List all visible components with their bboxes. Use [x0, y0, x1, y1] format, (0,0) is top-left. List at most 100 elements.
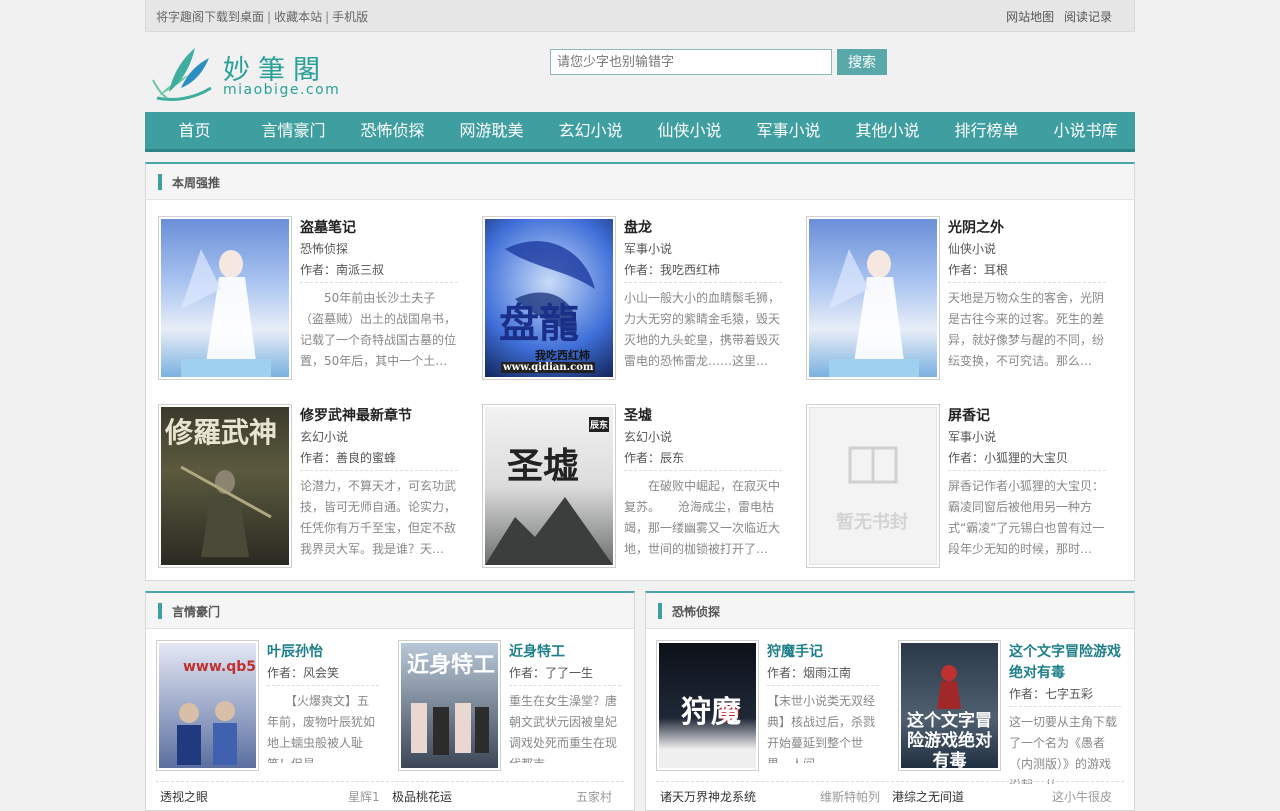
- panel-title: 本周强推: [172, 176, 221, 190]
- book-author: 作者：辰东: [624, 448, 782, 471]
- book-cover[interactable]: 盘龍 我吃西红柿 www.qidian.com: [482, 216, 616, 380]
- book-description: 在破败中崛起，在寂灭中复苏。 沧海成尘，雷电枯竭，那一缕幽雾又一次临近大地，世间…: [624, 479, 781, 556]
- logo-domain: miaobige.com: [223, 82, 341, 98]
- cover-image: 狩魔: [659, 643, 756, 768]
- book-category: 玄幻小说: [624, 430, 673, 444]
- nav-horror[interactable]: 恐怖侦探: [343, 112, 442, 149]
- book-cover[interactable]: 修羅武神: [158, 404, 292, 568]
- book-title[interactable]: 修罗武神最新章节: [300, 406, 458, 426]
- cover-title-text: 修羅武神: [165, 416, 278, 449]
- book-author: 作者：风会笑: [267, 663, 379, 686]
- book-category: 仙侠小说: [948, 242, 997, 256]
- search-input[interactable]: [550, 49, 832, 75]
- book-title[interactable]: 狩魔手记: [767, 642, 879, 663]
- sitemap-link[interactable]: 网站地图: [1006, 10, 1054, 24]
- book-title[interactable]: 叶辰孙怡: [267, 642, 379, 663]
- featured-book: 盘龍 我吃西红柿 www.qidian.com 盘龙 军事小说 作者：我吃西红柿…: [482, 216, 792, 382]
- book-category: 恐怖侦探: [300, 242, 349, 256]
- panel-header-bar: [158, 174, 162, 190]
- book-info: 这个文字冒险游戏绝对有毒 作者：七字五彩 这一切要从主角下载了一个名为《愚者（内…: [1009, 642, 1121, 784]
- site-logo[interactable]: 妙筆閣 miaobige.com: [151, 44, 351, 104]
- book-title[interactable]: 盗墓笔记: [300, 218, 458, 238]
- category-book: 近身特工 近身特工 作者：了了一生 重生在女生澡堂？唐朝文武状元因被皇妃调戏处死…: [398, 640, 628, 775]
- featured-book: 暂无书封 屏香记 军事小说 作者：小狐狸的大宝贝 屏香记作者小狐狸的大宝贝：霸凌…: [806, 404, 1116, 570]
- book-cover[interactable]: 狩魔: [656, 640, 759, 771]
- cover-image: www.qb5.com: [159, 643, 256, 768]
- nav-game[interactable]: 网游耽美: [442, 112, 541, 149]
- book-info: 修罗武神最新章节 玄幻小说 作者：善良的蜜蜂 论潜力，不算天才，可玄功武技，皆可…: [300, 406, 458, 560]
- book-cover[interactable]: www.qb5.com: [156, 640, 259, 771]
- book-info: 盗墓笔记 恐怖侦探 作者：南派三叔 50年前由长沙土夫子（盗墓贼）出土的战国帛书…: [300, 218, 458, 372]
- panel-header: 恐怖侦探: [646, 593, 1134, 629]
- book-title[interactable]: 光阴之外: [948, 218, 1106, 238]
- nav-other[interactable]: 其他小说: [838, 112, 937, 149]
- list-book-title[interactable]: 极品桃花运: [392, 788, 452, 805]
- category-book: 这个文字冒险游戏绝对有毒 这个文字冒险游戏绝对有毒 作者：七字五彩 这一切要从主…: [898, 640, 1128, 784]
- list-book-author: 五家村: [576, 790, 613, 804]
- cover-image: 暂无书封: [809, 407, 937, 565]
- cover-watermark-text: www.qb5.com: [183, 659, 256, 675]
- search-box: 搜索: [550, 49, 887, 75]
- panel-title: 恐怖侦探: [672, 605, 721, 619]
- book-info: 近身特工 作者：了了一生 重生在女生澡堂？唐朝文武状元因被皇妃调戏处死而重生在现…: [509, 642, 621, 763]
- cover-image: 盘龍 我吃西红柿 www.qidian.com: [485, 219, 613, 377]
- category-book: www.qb5.com 叶辰孙怡 作者：风会笑 【火爆爽文】五年前，废物叶辰犹如…: [156, 640, 386, 775]
- book-title[interactable]: 圣墟: [624, 406, 782, 426]
- book-info: 屏香记 军事小说 作者：小狐狸的大宝贝 屏香记作者小狐狸的大宝贝：霸凌同窗后被他…: [948, 406, 1106, 560]
- cover-title-text: 狩魔: [681, 695, 741, 730]
- romance-panel: 言情豪门 www.qb5.com 叶辰孙怡 作者：风会笑 【火爆爽文】五年前，废…: [145, 591, 635, 811]
- book-cover[interactable]: [806, 216, 940, 380]
- list-book-title[interactable]: 港综之无间道: [892, 788, 964, 805]
- book-author: 作者：耳根: [948, 260, 1106, 283]
- reading-history-link[interactable]: 阅读记录: [1064, 10, 1112, 24]
- list-book-author: 这小牛很皮: [1052, 790, 1113, 804]
- nav-fantasy[interactable]: 玄幻小说: [541, 112, 640, 149]
- panel-header-bar: [658, 603, 662, 619]
- book-title[interactable]: 盘龙: [624, 218, 782, 238]
- list-book-title[interactable]: 诸天万界神龙系统: [660, 788, 756, 805]
- nav-library[interactable]: 小说书库: [1036, 112, 1135, 149]
- nav-romance[interactable]: 言情豪门: [244, 112, 343, 149]
- cover-image: [161, 219, 289, 377]
- book-info: 狩魔手记 作者：烟雨江南 【末世小说类无双经典】核战过后，杀戮开始蔓延到整个世界…: [767, 642, 879, 763]
- book-title[interactable]: 近身特工: [509, 642, 621, 663]
- book-leaf-logo-icon: [152, 48, 212, 102]
- book-cover[interactable]: 暂无书封: [806, 404, 940, 568]
- book-author: 作者：南派三叔: [300, 260, 458, 283]
- download-to-desktop-link[interactable]: 将字趣阁下载到桌面: [156, 10, 264, 24]
- book-title[interactable]: 这个文字冒险游戏绝对有毒: [1009, 642, 1121, 684]
- cover-image: 圣墟 辰东: [485, 407, 613, 565]
- cover-title-text: 这个文字冒险游戏绝对有毒: [907, 711, 992, 768]
- book-list-row: 诸天万界神龙系统 维斯特帕列 港综之无间道 这小牛很皮: [656, 781, 1124, 804]
- panel-header: 本周强推: [146, 164, 1134, 200]
- cover-url-text: www.qidian.com: [501, 362, 596, 373]
- book-description: 重生在女生澡堂？唐朝文武状元因被皇妃调戏处死而重生在现代都市…: [509, 694, 618, 763]
- book-cover[interactable]: 这个文字冒险游戏绝对有毒: [898, 640, 1001, 771]
- nav-home[interactable]: 首页: [145, 112, 244, 149]
- book-category: 军事小说: [948, 430, 997, 444]
- header: 妙筆閣 miaobige.com 搜索: [145, 32, 1135, 112]
- book-description: 论潜力，不算天才，可玄功武技，皆可无师自通。论实力，任凭你有万千至宝，但定不敌我…: [300, 479, 457, 556]
- mobile-version-link[interactable]: 手机版: [332, 10, 368, 24]
- book-cover[interactable]: [158, 216, 292, 380]
- book-title[interactable]: 屏香记: [948, 406, 1106, 426]
- book-description: 天地是万物众生的客舍，光阴是古往今来的过客。死生的差异，就好像梦与醒的不同，纷纭…: [948, 291, 1105, 368]
- bookmark-site-link[interactable]: 收藏本站: [274, 10, 322, 24]
- cover-image: 近身特工: [401, 643, 498, 768]
- book-description: 小山一般大小的血睛鬃毛狮，力大无穷的紫睛金毛猿，毁天灭地的九头蛇皇，携带着毁灭雷…: [624, 291, 781, 368]
- search-button[interactable]: 搜索: [837, 49, 887, 75]
- nav-military[interactable]: 军事小说: [739, 112, 838, 149]
- book-description: 【火爆爽文】五年前，废物叶辰犹如地上蠕虫般被人耻笑！但是…: [267, 694, 376, 763]
- featured-book: 盗墓笔记 恐怖侦探 作者：南派三叔 50年前由长沙土夫子（盗墓贼）出土的战国帛书…: [158, 216, 468, 382]
- main-nav: 首页 言情豪门 恐怖侦探 网游耽美 玄幻小说 仙侠小说 军事小说 其他小说 排行…: [145, 112, 1135, 152]
- book-placeholder-icon: [848, 446, 898, 484]
- category-book: 狩魔 狩魔手记 作者：烟雨江南 【末世小说类无双经典】核战过后，杀戮开始蔓延到整…: [656, 640, 886, 775]
- cover-title-text: 近身特工: [407, 652, 496, 678]
- nav-xianxia[interactable]: 仙侠小说: [640, 112, 739, 149]
- book-author: 作者：善良的蜜蜂: [300, 448, 458, 471]
- book-info: 盘龙 军事小说 作者：我吃西红柿 小山一般大小的血睛鬃毛狮，力大无穷的紫睛金毛猿…: [624, 218, 782, 372]
- list-book-title[interactable]: 透视之眼: [160, 788, 208, 805]
- book-cover[interactable]: 圣墟 辰东: [482, 404, 616, 568]
- book-cover[interactable]: 近身特工: [398, 640, 501, 771]
- nav-rankings[interactable]: 排行榜单: [937, 112, 1036, 149]
